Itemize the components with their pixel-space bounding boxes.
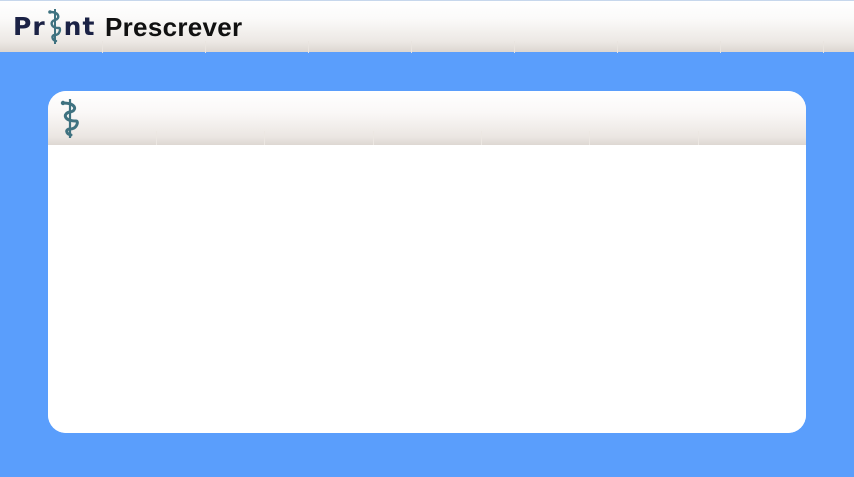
panel-header-divider xyxy=(698,131,699,145)
caduceus-icon xyxy=(47,9,61,44)
topbar-divider xyxy=(720,41,721,53)
panel-header-divider xyxy=(264,131,265,145)
panel-header-divider xyxy=(373,131,374,145)
topbar-divider xyxy=(102,41,103,53)
app-logo[interactable]: Pr nt xyxy=(13,5,95,47)
main-panel xyxy=(48,91,806,433)
page-title: Prescrever xyxy=(105,12,243,42)
topbar-divider xyxy=(617,41,618,53)
panel-body xyxy=(48,145,806,433)
topbar-divider xyxy=(411,41,412,53)
topbar-divider xyxy=(514,41,515,53)
topbar-divider xyxy=(823,41,824,53)
top-bar: Pr nt Prescrever xyxy=(0,0,854,53)
logo-text-left: Pr xyxy=(13,11,46,41)
panel-header-divider xyxy=(481,131,482,145)
logo-text-right: nt xyxy=(63,11,96,41)
panel-header xyxy=(48,91,806,145)
caduceus-icon xyxy=(60,99,79,138)
panel-header-divider xyxy=(589,131,590,145)
topbar-divider xyxy=(308,41,309,53)
panel-header-divider xyxy=(156,131,157,145)
